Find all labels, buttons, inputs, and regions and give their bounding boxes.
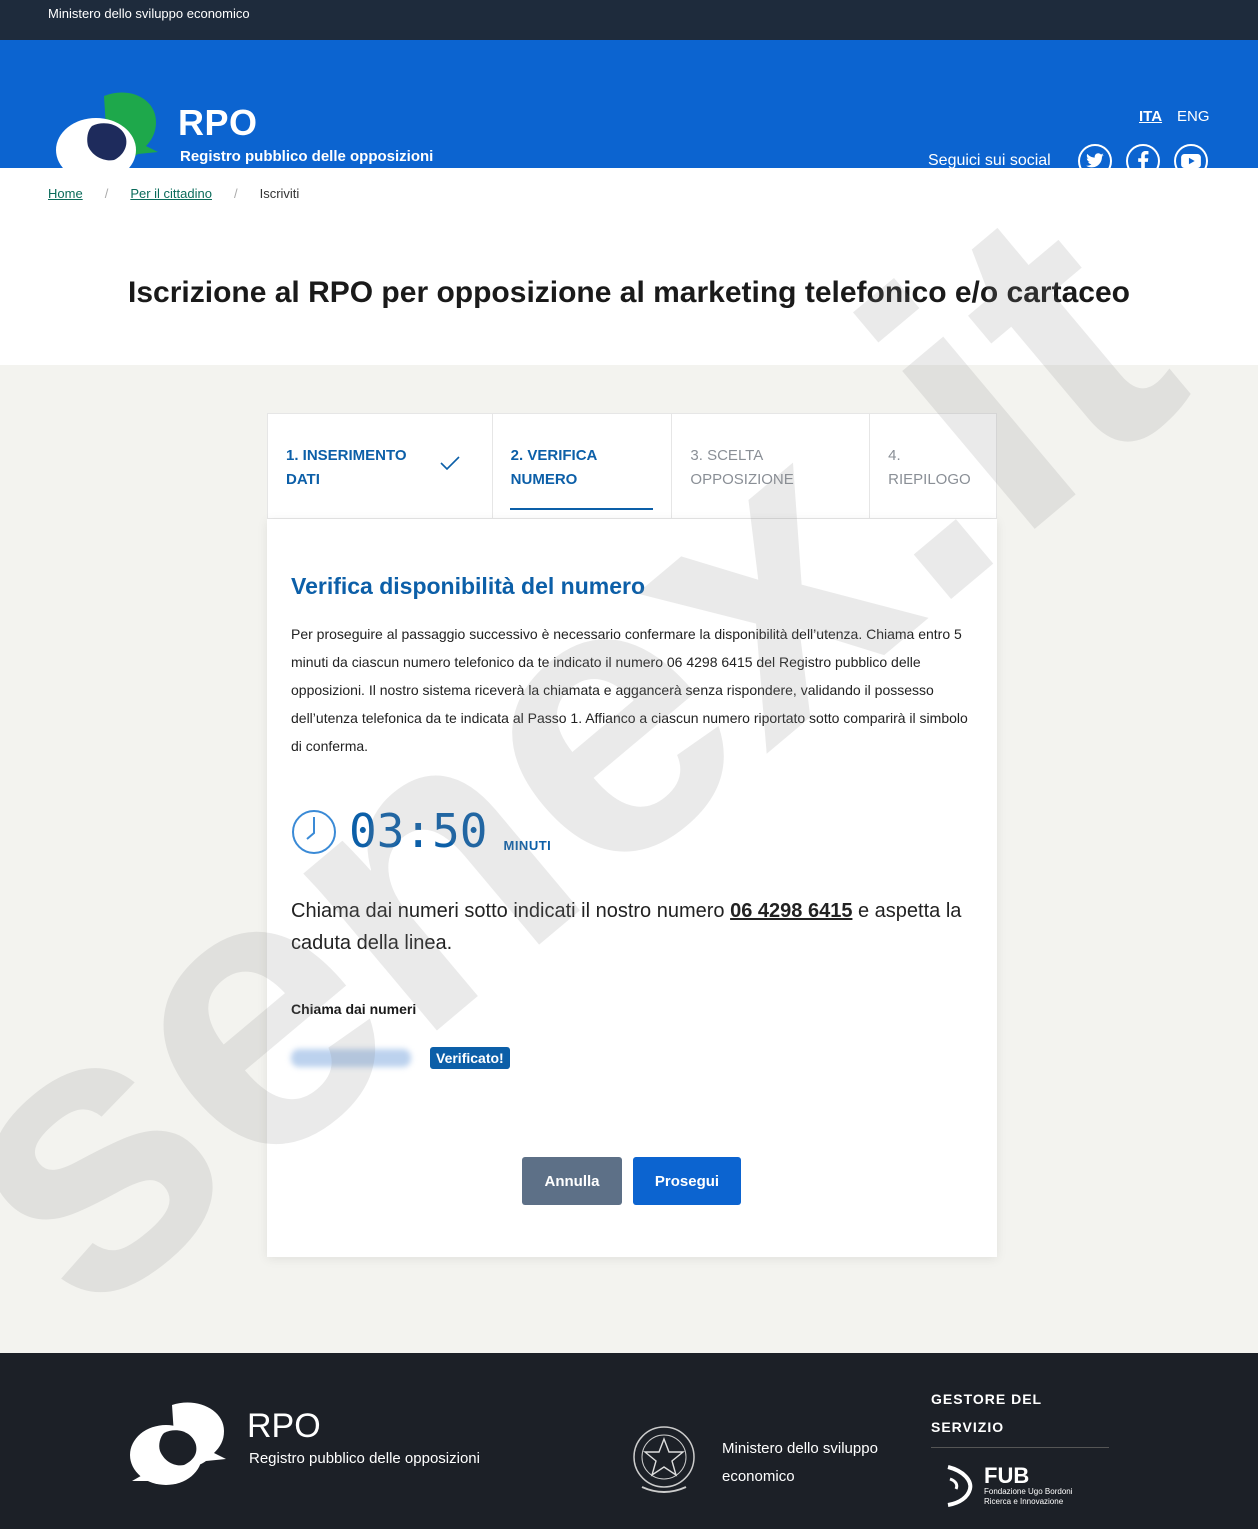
verification-card: Verifica disponibilità del numero Per pr… (267, 519, 997, 1257)
next-button[interactable]: Prosegui (633, 1157, 741, 1205)
step-4-line1: 4. (888, 447, 901, 464)
footer-ministry[interactable]: Ministero dello sviluppo economico (722, 1435, 902, 1491)
fub-line2: Ricerca e Innovazione (984, 1497, 1064, 1506)
timer-unit: MINUTI (503, 838, 552, 853)
footer-gestore-heading: GESTORE DEL SERVIZIO (931, 1385, 1109, 1448)
verified-badge: Verificato! (430, 1047, 510, 1069)
step-2-line2: NUMERO (510, 471, 578, 488)
lang-ita-link[interactable]: ITA (1139, 108, 1162, 125)
step-1: 1. INSERIMENTO DATI (268, 414, 493, 518)
check-icon (440, 456, 460, 470)
stepper: 1. INSERIMENTO DATI 2. VERIFICA NUMERO 3… (267, 413, 997, 519)
numbers-label: Chiama dai numeri (291, 1001, 417, 1017)
breadcrumb-home-link[interactable]: Home (48, 186, 83, 201)
site-footer: RPO Registro pubblico delle opposizioni … (0, 1353, 1258, 1529)
footer-subtitle: Registro pubblico delle opposizioni (249, 1450, 480, 1467)
call-text-before: Chiama dai numeri sotto indicati il nost… (291, 900, 731, 922)
page-title: Iscrizione al RPO per opposizione al mar… (128, 276, 1130, 309)
step-4: 4. RIEPILOGO (870, 414, 996, 518)
call-instructions: Chiama dai numeri sotto indicati il nost… (291, 895, 981, 959)
step-3-line2: OPPOSIZIONE (690, 471, 794, 488)
brand-subtitle: Registro pubblico delle opposizioni (180, 148, 434, 165)
fub-line1: Fondazione Ugo Bordoni (984, 1487, 1073, 1496)
fub-mark-icon (947, 1465, 973, 1507)
step-1-line2: DATI (286, 471, 320, 488)
breadcrumb-separator: / (104, 186, 109, 201)
countdown-timer: 03:50 MINUTI (291, 807, 551, 855)
breadcrumb-current: Iscriviti (259, 186, 300, 201)
timer-value: 03:50 (349, 804, 488, 858)
step-4-line2: RIEPILOGO (888, 471, 971, 488)
breadcrumb-citizen-link[interactable]: Per il cittadino (130, 186, 212, 201)
italian-emblem-icon (633, 1426, 695, 1493)
title-area: Home / Per il cittadino / Iscriviti Iscr… (0, 168, 1258, 365)
breadcrumb-separator: / (233, 186, 238, 201)
lang-eng-link[interactable]: ENG (1177, 108, 1210, 125)
fub-name: FUB (984, 1463, 1030, 1488)
ministry-link[interactable]: Ministero dello sviluppo economico (48, 6, 250, 21)
card-title: Verifica disponibilità del numero (291, 573, 646, 599)
brand-title: RPO (178, 102, 258, 143)
footer-title: RPO (247, 1407, 321, 1445)
active-step-underline (509, 508, 654, 510)
fub-logo[interactable]: FUB Fondazione Ugo Bordoni Ricerca e Inn… (944, 1463, 1073, 1509)
step-2-line1: 2. VERIFICA (510, 447, 598, 464)
card-description: Per proseguire al passaggio successivo è… (291, 626, 968, 754)
step-3: 3. SCELTA OPPOSIZIONE (672, 414, 871, 518)
top-bar: Ministero dello sviluppo economico (0, 0, 1258, 40)
blurred-phone-number (291, 1049, 411, 1067)
call-number-link[interactable]: 06 4298 6415 (730, 900, 852, 922)
cancel-button[interactable]: Annulla (522, 1157, 622, 1205)
footer-rpo-logo-icon[interactable] (128, 1401, 228, 1489)
breadcrumb: Home / Per il cittadino / Iscriviti (48, 186, 299, 201)
site-header: RPO Registro pubblico delle opposizioni … (0, 40, 1258, 182)
step-2: 2. VERIFICA NUMERO (493, 414, 673, 518)
clock-icon (292, 810, 336, 854)
step-3-line1: 3. SCELTA (690, 447, 764, 464)
